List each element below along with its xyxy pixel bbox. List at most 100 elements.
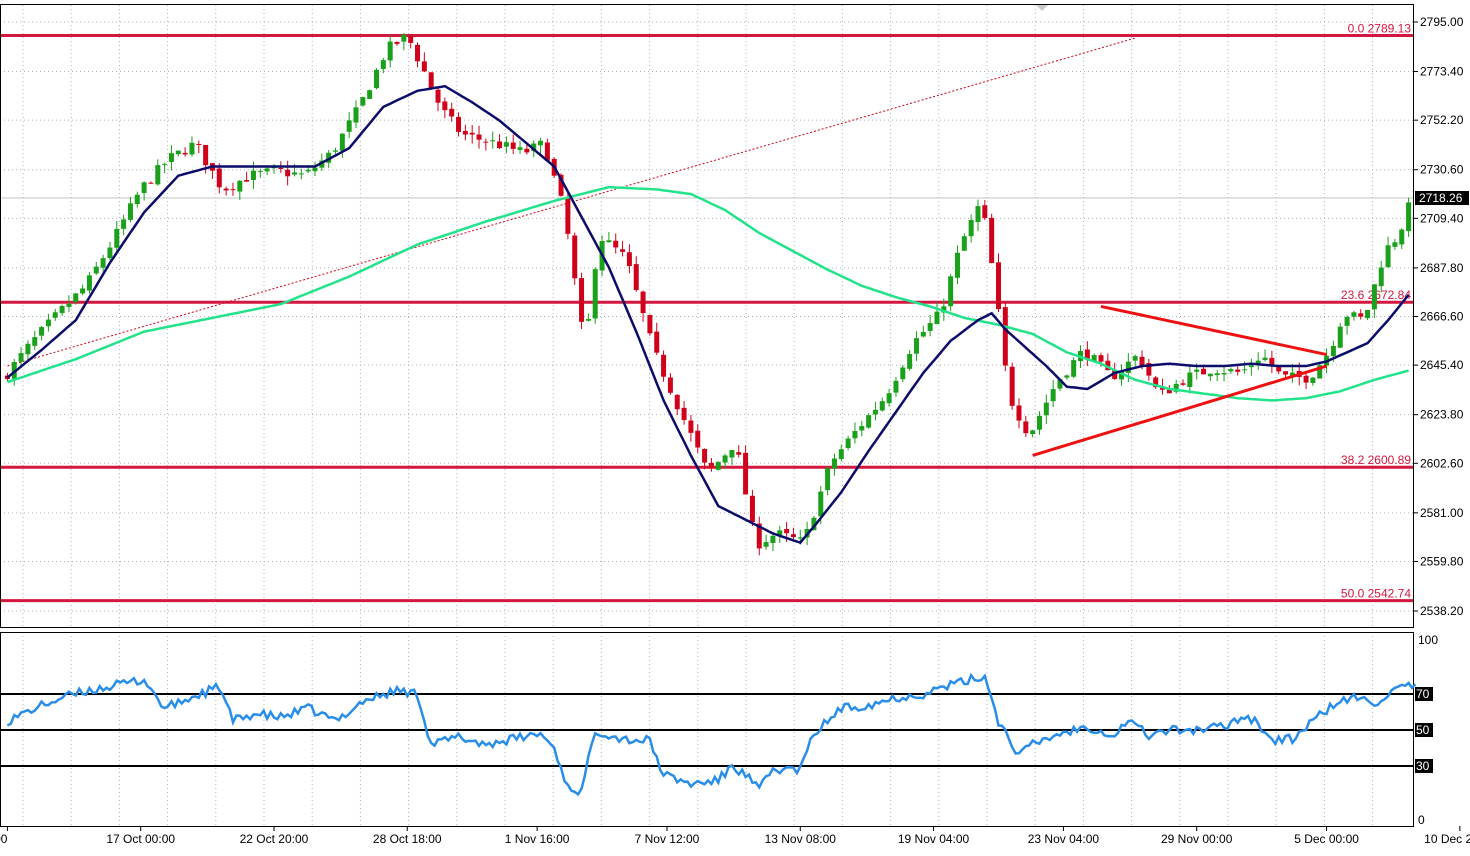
candle-body [975, 206, 981, 223]
candle-body [380, 60, 386, 70]
candle-body [1310, 377, 1316, 384]
candle-body [257, 170, 263, 172]
candle-body [1139, 356, 1145, 366]
candle-body [162, 163, 168, 165]
candle-body [250, 170, 256, 180]
candle-body [456, 116, 462, 132]
candle-body [18, 353, 24, 362]
candle-body [913, 338, 919, 354]
candle-body [1406, 202, 1412, 232]
candle-body [1036, 415, 1042, 430]
candle-body [497, 141, 503, 149]
candle-body [312, 167, 318, 172]
candle-body [1043, 402, 1049, 416]
price-tick-label: 2730.60 [1420, 163, 1464, 177]
candle-body [1132, 356, 1138, 361]
candle-body [1378, 267, 1384, 287]
candle-body [954, 252, 960, 278]
candle-body [346, 120, 352, 132]
time-tick-label: 28 Oct 18:00 [373, 832, 442, 846]
candle-body [1365, 309, 1371, 319]
candle-body [852, 430, 858, 439]
candle-body [428, 72, 434, 88]
candle-body [838, 449, 844, 460]
candle-body [784, 528, 790, 534]
candle-body [702, 449, 708, 463]
candle-body [168, 153, 174, 163]
fib-level-label: 0.0 2789.13 [1348, 21, 1412, 35]
candle-body [886, 393, 892, 404]
candle-body [1002, 307, 1008, 366]
candle-body [367, 90, 373, 99]
candle-body [1255, 360, 1261, 364]
candle-body [626, 252, 632, 267]
candle-body [503, 142, 509, 147]
candle-body [920, 332, 926, 337]
time-tick-label: 4:00 [0, 832, 8, 846]
candle-body [148, 182, 154, 184]
rsi-tick-label: 100 [1418, 633, 1438, 647]
candle-body [674, 394, 680, 410]
candle-body [1201, 368, 1207, 375]
candle-body [141, 182, 147, 194]
candle-body [845, 438, 851, 449]
candle-body [216, 168, 222, 188]
candle-body [66, 303, 72, 307]
candle-body [237, 180, 243, 192]
candle-body [360, 97, 366, 106]
candle-body [1371, 284, 1377, 310]
candle-body [585, 318, 591, 321]
candle-body [968, 219, 974, 237]
candle-body [1009, 366, 1015, 406]
candle-body [1248, 365, 1254, 368]
candle-body [907, 354, 913, 369]
candle-body [1399, 229, 1405, 245]
candle-body [661, 354, 667, 377]
candle-body [394, 41, 400, 44]
candle-body [934, 311, 940, 325]
candle-body [1344, 316, 1350, 326]
candle-body [182, 152, 188, 155]
candle-body [879, 401, 885, 411]
candle-body [45, 319, 51, 327]
candle-body [592, 269, 598, 319]
candle-body [1023, 421, 1029, 434]
candle-body [1303, 375, 1309, 383]
candle-body [722, 455, 728, 463]
candle-body [688, 420, 694, 433]
candle-body [408, 36, 414, 43]
candle-body [510, 142, 516, 149]
time-tick-label: 7 Nov 12:00 [635, 832, 700, 846]
candle-body [1016, 405, 1022, 421]
time-tick-label: 17 Oct 00:00 [106, 832, 175, 846]
candle-body [401, 34, 407, 42]
candle-body [415, 44, 421, 62]
candle-body [59, 305, 65, 314]
candle-body [538, 140, 544, 146]
candle-body [1207, 373, 1213, 377]
candle-body [39, 327, 45, 336]
candle-body [73, 293, 79, 303]
candle-body [442, 101, 448, 111]
time-tick-label: 29 Nov 00:00 [1161, 832, 1233, 846]
time-tick-label: 5 Dec 00:00 [1294, 832, 1359, 846]
candle-body [462, 130, 468, 135]
candle-body [647, 315, 653, 334]
time-tick-label: 22 Oct 20:00 [240, 832, 309, 846]
candle-body [989, 217, 995, 264]
candle-body [93, 266, 99, 274]
price-tick-label: 2602.60 [1420, 456, 1464, 470]
price-tick-label: 2645.40 [1420, 358, 1464, 372]
candle-body [654, 331, 660, 353]
candle-body [770, 535, 776, 544]
candle-body [1228, 369, 1234, 372]
candle-body [339, 133, 345, 151]
time-tick-label: 10 Dec 20:00 [1424, 832, 1470, 846]
candle-body [1221, 372, 1227, 375]
candle-body [189, 142, 195, 155]
candle-body [421, 61, 427, 72]
candle-body [80, 288, 86, 294]
candle-body [749, 495, 755, 523]
candle-body [729, 450, 735, 458]
candle-body [948, 276, 954, 307]
